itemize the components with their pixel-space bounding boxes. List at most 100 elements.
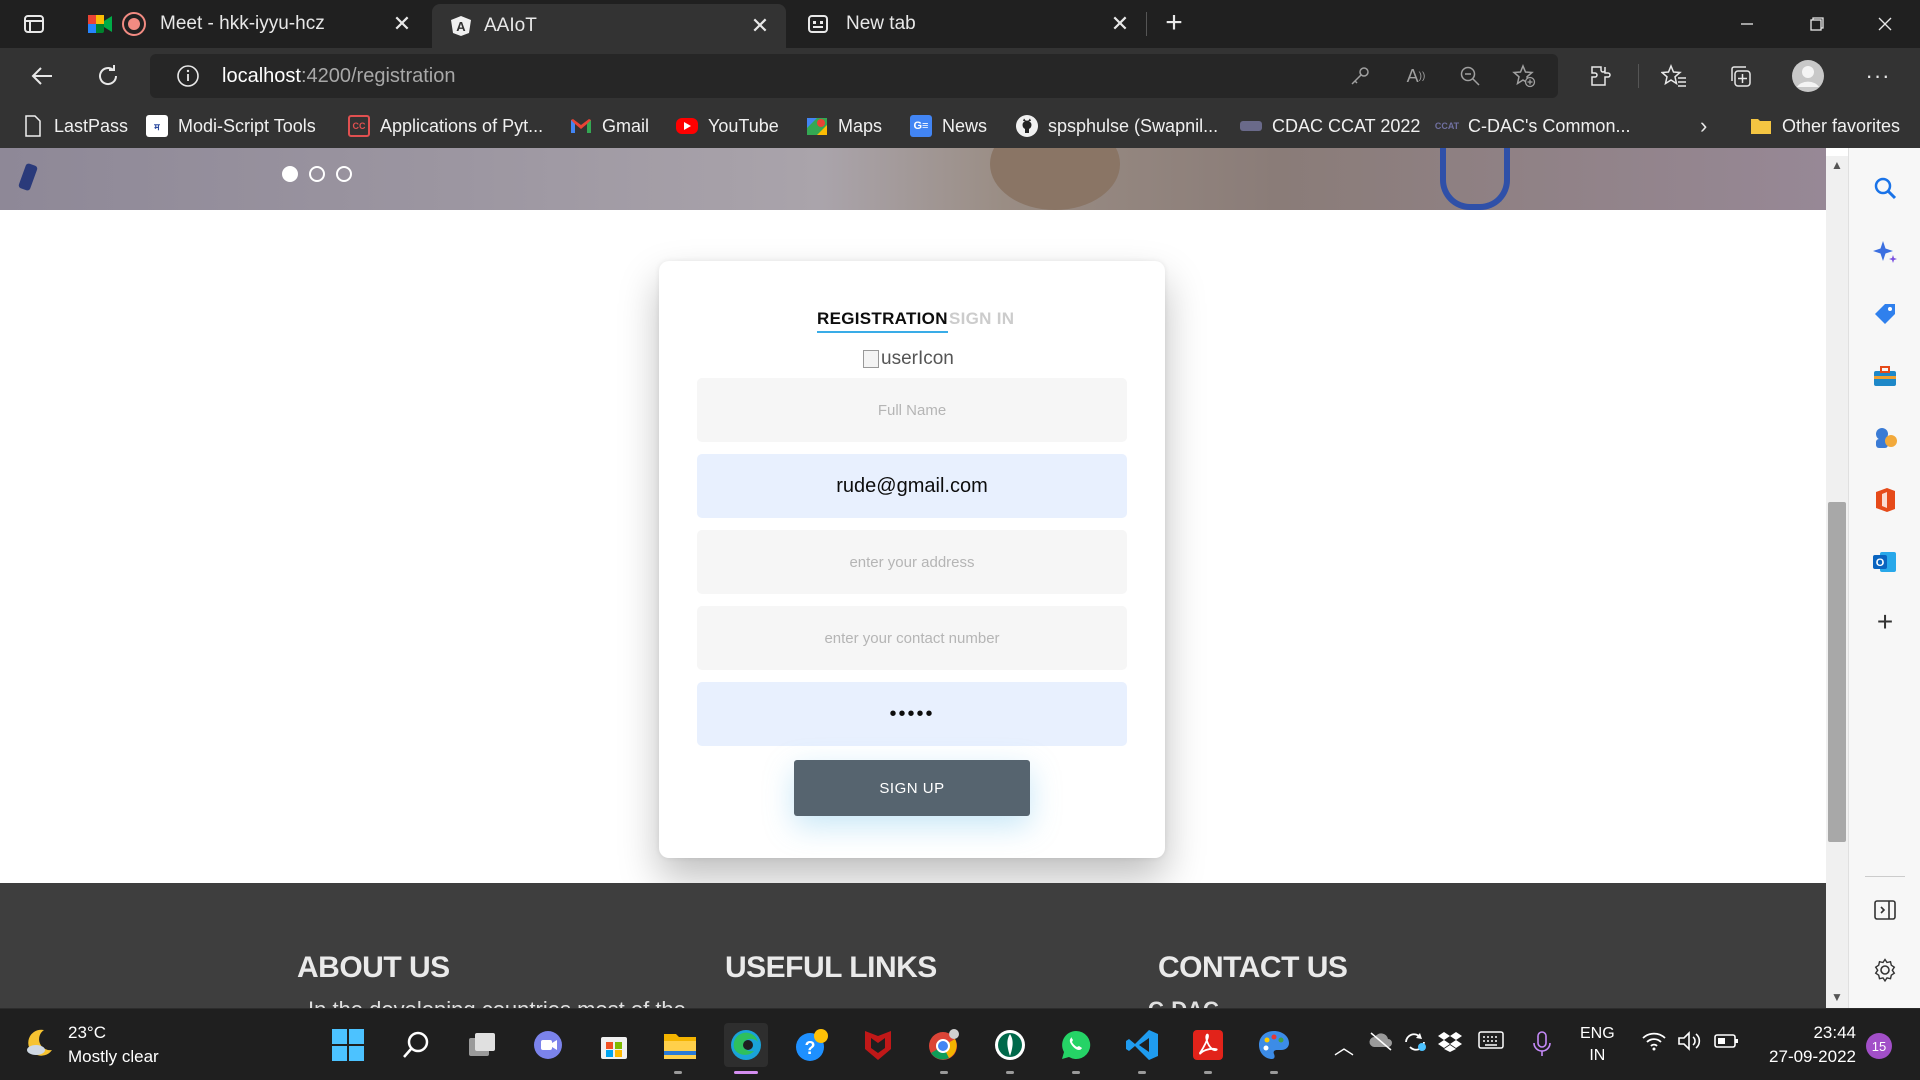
favorite-modi-script[interactable]: म Modi-Script Tools	[146, 114, 316, 138]
more-options-icon[interactable]: ···	[1860, 58, 1896, 94]
full-name-input[interactable]	[697, 378, 1127, 442]
back-button[interactable]	[24, 58, 60, 94]
read-aloud-icon[interactable]: A))	[1402, 62, 1430, 90]
collections-icon[interactable]	[1722, 58, 1758, 94]
carousel-indicator-1[interactable]	[282, 166, 298, 182]
favorite-label: CDAC CCAT 2022	[1272, 115, 1421, 136]
contact-number-input[interactable]	[697, 606, 1127, 670]
help-icon[interactable]: ?	[790, 1023, 834, 1067]
microsoft-store-icon[interactable]	[592, 1023, 636, 1067]
input-language[interactable]: ENG IN	[1580, 1023, 1615, 1067]
profile-avatar[interactable]	[1790, 58, 1826, 94]
games-icon[interactable]	[1871, 424, 1899, 452]
vscode-icon[interactable]	[1120, 1023, 1164, 1067]
carousel-indicator-3[interactable]	[336, 166, 352, 182]
battery-icon[interactable]	[1714, 1031, 1740, 1056]
search-icon[interactable]	[394, 1023, 438, 1067]
favorite-cdac-common[interactable]: CCAT C-DAC's Common...	[1435, 114, 1631, 138]
favorites-icon[interactable]	[1656, 58, 1692, 94]
close-icon[interactable]: ✕	[390, 11, 414, 36]
file-explorer-icon[interactable]	[658, 1023, 702, 1067]
mongodb-compass-icon[interactable]	[988, 1023, 1032, 1067]
tab-title: New tab	[846, 13, 916, 34]
microphone-icon[interactable]	[1532, 1031, 1552, 1062]
dropbox-icon[interactable]	[1438, 1031, 1462, 1058]
weather-widget[interactable]: 23°C Mostly clear	[22, 1021, 159, 1069]
office-icon[interactable]	[1871, 486, 1899, 514]
outlook-icon[interactable]: O	[1871, 548, 1899, 576]
running-indicator	[1270, 1071, 1278, 1074]
address-bar[interactable]: localhost:4200/registration A))	[150, 54, 1558, 98]
show-hidden-icons-chevron-up-icon[interactable]: ︿	[1334, 1031, 1354, 1060]
chevron-right-icon[interactable]: ›	[1700, 113, 1707, 138]
site-info-icon[interactable]	[174, 62, 202, 90]
close-icon[interactable]: ✕	[748, 13, 772, 38]
address-input[interactable]	[697, 530, 1127, 594]
browser-toolbar: localhost:4200/registration A)) ···	[0, 48, 1920, 104]
favorite-cdac-ccat[interactable]: CDAC CCAT 2022	[1240, 114, 1420, 138]
add-favorite-icon[interactable]	[1510, 62, 1538, 90]
other-favorites[interactable]: Other favorites	[1750, 114, 1900, 138]
favorites-bar: LastPass म Modi-Script Tools CC Applicat…	[0, 104, 1920, 148]
sparkle-icon[interactable]	[1871, 238, 1899, 266]
favorite-news[interactable]: G≡ News	[910, 114, 987, 138]
running-indicator	[1138, 1071, 1146, 1074]
carousel-indicator-2[interactable]	[309, 166, 325, 182]
password-input[interactable]	[697, 682, 1127, 746]
keyboard-icon[interactable]	[1478, 1031, 1504, 1054]
favorite-github[interactable]: spsphulse (Swapnil...	[1016, 114, 1218, 138]
sync-icon[interactable]	[1402, 1031, 1428, 1058]
tab-meet[interactable]: Meet - hkk-iyyu-hcz ✕	[72, 0, 428, 48]
volume-icon[interactable]	[1678, 1031, 1704, 1056]
minimize-button[interactable]	[1712, 0, 1782, 48]
scroll-up-arrow[interactable]: ▲	[1828, 158, 1846, 174]
acrobat-reader-icon[interactable]	[1186, 1023, 1230, 1067]
scroll-down-arrow[interactable]: ▼	[1828, 990, 1846, 1006]
favorite-label: Applications of Pyt...	[380, 115, 544, 136]
hide-sidebar-icon[interactable]	[1871, 896, 1899, 924]
tab-aaiot[interactable]: A AAIoT ✕	[432, 4, 786, 48]
onedrive-offline-icon[interactable]	[1368, 1031, 1394, 1056]
favorite-applications-python[interactable]: CC Applications of Pyt...	[348, 114, 543, 138]
system-clock[interactable]: 23:44 27-09-2022	[1760, 1021, 1856, 1069]
teams-chat-icon[interactable]	[526, 1023, 570, 1067]
task-view-icon[interactable]	[460, 1023, 504, 1067]
paint-icon[interactable]	[1252, 1023, 1296, 1067]
new-tab-button[interactable]: +	[1158, 8, 1190, 40]
email-input[interactable]	[697, 454, 1127, 518]
tab-new-tab[interactable]: New tab ✕	[790, 0, 1146, 48]
favorite-lastpass[interactable]: LastPass	[22, 114, 128, 138]
tab-sign-in[interactable]: SIGN IN	[949, 309, 1014, 329]
google-meet-icon	[88, 13, 112, 35]
start-button[interactable]	[326, 1023, 370, 1067]
notification-badge[interactable]: 15	[1866, 1033, 1892, 1059]
close-icon[interactable]: ✕	[1108, 11, 1132, 36]
zoom-out-icon[interactable]	[1456, 62, 1484, 90]
extensions-icon[interactable]	[1582, 58, 1618, 94]
tab-title: AAIoT	[484, 15, 537, 36]
mcafee-icon[interactable]	[856, 1023, 900, 1067]
tools-briefcase-icon[interactable]	[1871, 362, 1899, 390]
sign-up-button[interactable]: SIGN UP	[794, 760, 1030, 816]
settings-gear-icon[interactable]	[1871, 956, 1899, 984]
edge-browser-icon[interactable]	[724, 1023, 768, 1067]
refresh-button[interactable]	[90, 58, 126, 94]
close-window-button[interactable]	[1850, 0, 1920, 48]
moon-weather-icon	[22, 1026, 56, 1065]
key-icon[interactable]	[1346, 62, 1374, 90]
url-text[interactable]: localhost:4200/registration	[222, 65, 455, 88]
tab-actions-icon[interactable]	[14, 10, 54, 38]
whatsapp-icon[interactable]	[1054, 1023, 1098, 1067]
search-icon[interactable]	[1871, 174, 1899, 202]
wifi-icon[interactable]	[1642, 1031, 1666, 1056]
region-code: IN	[1589, 1047, 1606, 1064]
add-sidebar-app-icon[interactable]: +	[1871, 606, 1899, 637]
tab-registration[interactable]: REGISTRATION	[817, 309, 948, 333]
favorite-gmail[interactable]: Gmail	[570, 114, 649, 138]
restore-button[interactable]	[1782, 0, 1852, 48]
shopping-tag-icon[interactable]	[1871, 300, 1899, 328]
favorite-maps[interactable]: Maps	[806, 114, 882, 138]
favorite-youtube[interactable]: YouTube	[676, 114, 779, 138]
scroll-thumb[interactable]	[1828, 502, 1846, 842]
chrome-icon[interactable]	[922, 1023, 966, 1067]
